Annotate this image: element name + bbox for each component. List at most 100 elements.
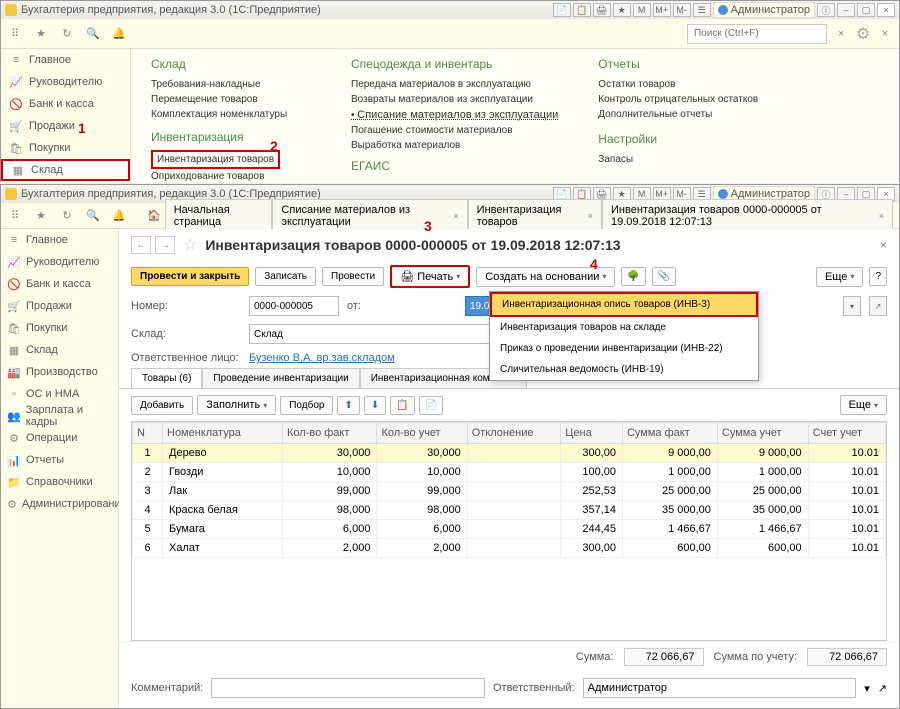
col-dev[interactable]: Отклонение <box>467 423 561 444</box>
sidebar-item-purchases[interactable]: 🛍Покупки <box>1 137 130 159</box>
open-button[interactable]: ↗ <box>869 296 887 316</box>
maximize-button[interactable]: ▢ <box>857 3 875 17</box>
col-fact[interactable]: Кол-во факт <box>283 423 377 444</box>
close-icon[interactable]: × <box>588 211 593 221</box>
tb-btn[interactable]: M- <box>673 3 691 17</box>
nav-fwd[interactable]: → <box>155 236 175 254</box>
admin-badge[interactable]: Администратор <box>713 2 815 18</box>
sidebar-item[interactable]: ▫ОС и НМА <box>1 383 118 405</box>
search-input[interactable] <box>687 24 827 44</box>
tab-home[interactable]: Начальная страница <box>165 199 273 232</box>
dropdown-item[interactable]: Приказ о проведении инвентаризации (ИНВ-… <box>490 338 758 359</box>
post-button[interactable]: Провести <box>322 267 384 286</box>
sidebar-item[interactable]: ⚙Операции <box>1 427 118 449</box>
table-row[interactable]: 6Халат2,0002,000300,00600,00600,0010.01 <box>133 539 886 558</box>
sidebar-item[interactable]: 🏭Производство <box>1 361 118 383</box>
sidebar-item-sales[interactable]: 🛒Продажи <box>1 115 130 137</box>
link[interactable]: Погашение стоимости материалов <box>351 123 558 138</box>
link[interactable]: Запасы <box>598 152 758 167</box>
bell-icon[interactable]: 🔔 <box>111 26 127 42</box>
link-inventory[interactable]: Инвентаризация товаров <box>151 150 280 169</box>
tab-inventory-doc[interactable]: Инвентаризация товаров 0000-000005 от 19… <box>602 199 893 232</box>
save-close-button[interactable]: Провести и закрыть <box>131 267 249 286</box>
col-price[interactable]: Цена <box>561 423 623 444</box>
clear-icon[interactable]: × <box>833 26 849 42</box>
link[interactable]: Передача материалов в эксплуатацию <box>351 77 558 92</box>
tb-btn[interactable]: M <box>633 3 651 17</box>
sidebar-item[interactable]: ⚙Администрирование <box>1 493 118 515</box>
sidebar-item[interactable]: 🛍Покупки <box>1 317 118 339</box>
col-sfact[interactable]: Сумма факт <box>622 423 717 444</box>
link[interactable]: Оприходование товаров <box>151 169 311 183</box>
tb-btn[interactable]: ☰ <box>693 3 711 17</box>
close-button[interactable]: × <box>877 3 895 17</box>
sidebar-item[interactable]: ≡Главное <box>1 229 118 251</box>
star-icon[interactable]: ★ <box>33 208 49 224</box>
search-icon[interactable]: 🔍 <box>85 208 101 224</box>
col-acc[interactable]: Счет учет <box>808 423 885 444</box>
paste-button[interactable]: 📄 <box>419 396 443 415</box>
more-button[interactable]: Еще▾ <box>840 395 887 415</box>
up-button[interactable]: ⬆ <box>337 396 359 415</box>
help-button[interactable]: ? <box>869 267 887 286</box>
grid-icon[interactable]: ⠿ <box>7 208 23 224</box>
sidebar-item[interactable]: ▦Склад <box>1 339 118 361</box>
tb-btn[interactable]: 📄 <box>553 3 571 17</box>
tb-btn[interactable]: 📋 <box>573 3 591 17</box>
tab-process[interactable]: Проведение инвентаризации <box>202 368 359 388</box>
favorite-icon[interactable]: ☆ <box>183 235 197 255</box>
home-icon[interactable]: 🏠 <box>147 209 161 222</box>
col-suchet[interactable]: Сумма учет <box>717 423 808 444</box>
close-icon[interactable]: × <box>879 211 884 221</box>
link[interactable]: Контроль отрицательных остатков <box>598 92 758 107</box>
close-panel-icon[interactable]: × <box>877 26 893 42</box>
history-icon[interactable]: ↻ <box>59 26 75 42</box>
sidebar-item[interactable]: 📈Руководителю <box>1 251 118 273</box>
comment-input[interactable] <box>211 678 485 698</box>
link[interactable]: Дополнительные отчеты <box>598 107 758 122</box>
table-row[interactable]: 2Гвозди10,00010,000100,001 000,001 000,0… <box>133 463 886 482</box>
bell-icon[interactable]: 🔔 <box>111 208 127 224</box>
sidebar-item[interactable]: 🚫Банк и касса <box>1 273 118 295</box>
table-row[interactable]: 5Бумага6,0006,000244,451 466,671 466,671… <box>133 520 886 539</box>
table-row[interactable]: 1Дерево30,00030,000300,009 000,009 000,0… <box>133 444 886 463</box>
table-row[interactable]: 3Лак99,00099,000252,5325 000,0025 000,00… <box>133 482 886 501</box>
tree-button[interactable]: 🌳 <box>621 267 645 286</box>
tb-btn[interactable]: ★ <box>613 3 631 17</box>
add-button[interactable]: Добавить <box>131 396 193 415</box>
table-row[interactable]: 4Краска белая98,00098,000357,1435 000,00… <box>133 501 886 520</box>
sidebar-item[interactable]: 📊Отчеты <box>1 449 118 471</box>
tab-goods[interactable]: Товары (6) <box>131 368 202 388</box>
close-icon[interactable]: × <box>453 211 458 221</box>
copy-button[interactable]: 📋 <box>390 396 414 415</box>
dropdown-item[interactable]: Сличительная ведомость (ИНВ-19) <box>490 359 758 380</box>
link[interactable]: Перемещение товаров <box>151 92 311 107</box>
sidebar-item-main[interactable]: ≡Главное <box>1 49 130 71</box>
col-name[interactable]: Номенклатура <box>163 423 283 444</box>
minimize-button[interactable]: – <box>837 3 855 17</box>
open-button[interactable]: ↗ <box>878 682 887 695</box>
star-icon[interactable]: ★ <box>33 26 49 42</box>
info-icon[interactable]: ⓘ <box>817 3 835 17</box>
sidebar-item[interactable]: 👥Зарплата и кадры <box>1 405 118 427</box>
attach-button[interactable]: 📎 <box>652 267 676 286</box>
grid-icon[interactable]: ⠿ <box>7 26 23 42</box>
select-button[interactable]: Подбор <box>280 396 333 415</box>
dropdown-item[interactable]: Инвентаризация товаров на складе <box>490 317 758 338</box>
tab-writeoff[interactable]: Списание материалов из эксплуатации× <box>272 199 467 232</box>
close-icon[interactable]: × <box>880 238 887 252</box>
tb-btn[interactable]: M+ <box>653 3 671 17</box>
link-writeoff[interactable]: • Списание материалов из эксплуатации <box>351 107 558 123</box>
tab-inventory-list[interactable]: Инвентаризация товаров× <box>468 199 602 232</box>
sidebar-item[interactable]: 🛒Продажи <box>1 295 118 317</box>
link[interactable]: Остатки товаров <box>598 77 758 92</box>
more-button[interactable]: Еще▾ <box>816 267 863 287</box>
sidebar-item[interactable]: 📁Справочники <box>1 471 118 493</box>
down-button[interactable]: ⬇ <box>364 396 386 415</box>
select-button[interactable]: ▾ <box>843 296 861 316</box>
sidebar-item-sklad[interactable]: ▦Склад <box>1 159 130 181</box>
history-icon[interactable]: ↻ <box>59 208 75 224</box>
fill-button[interactable]: Заполнить▾ <box>197 395 276 415</box>
sidebar-item-manager[interactable]: 📈Руководителю <box>1 71 130 93</box>
select-button[interactable]: ▾ <box>864 682 870 695</box>
